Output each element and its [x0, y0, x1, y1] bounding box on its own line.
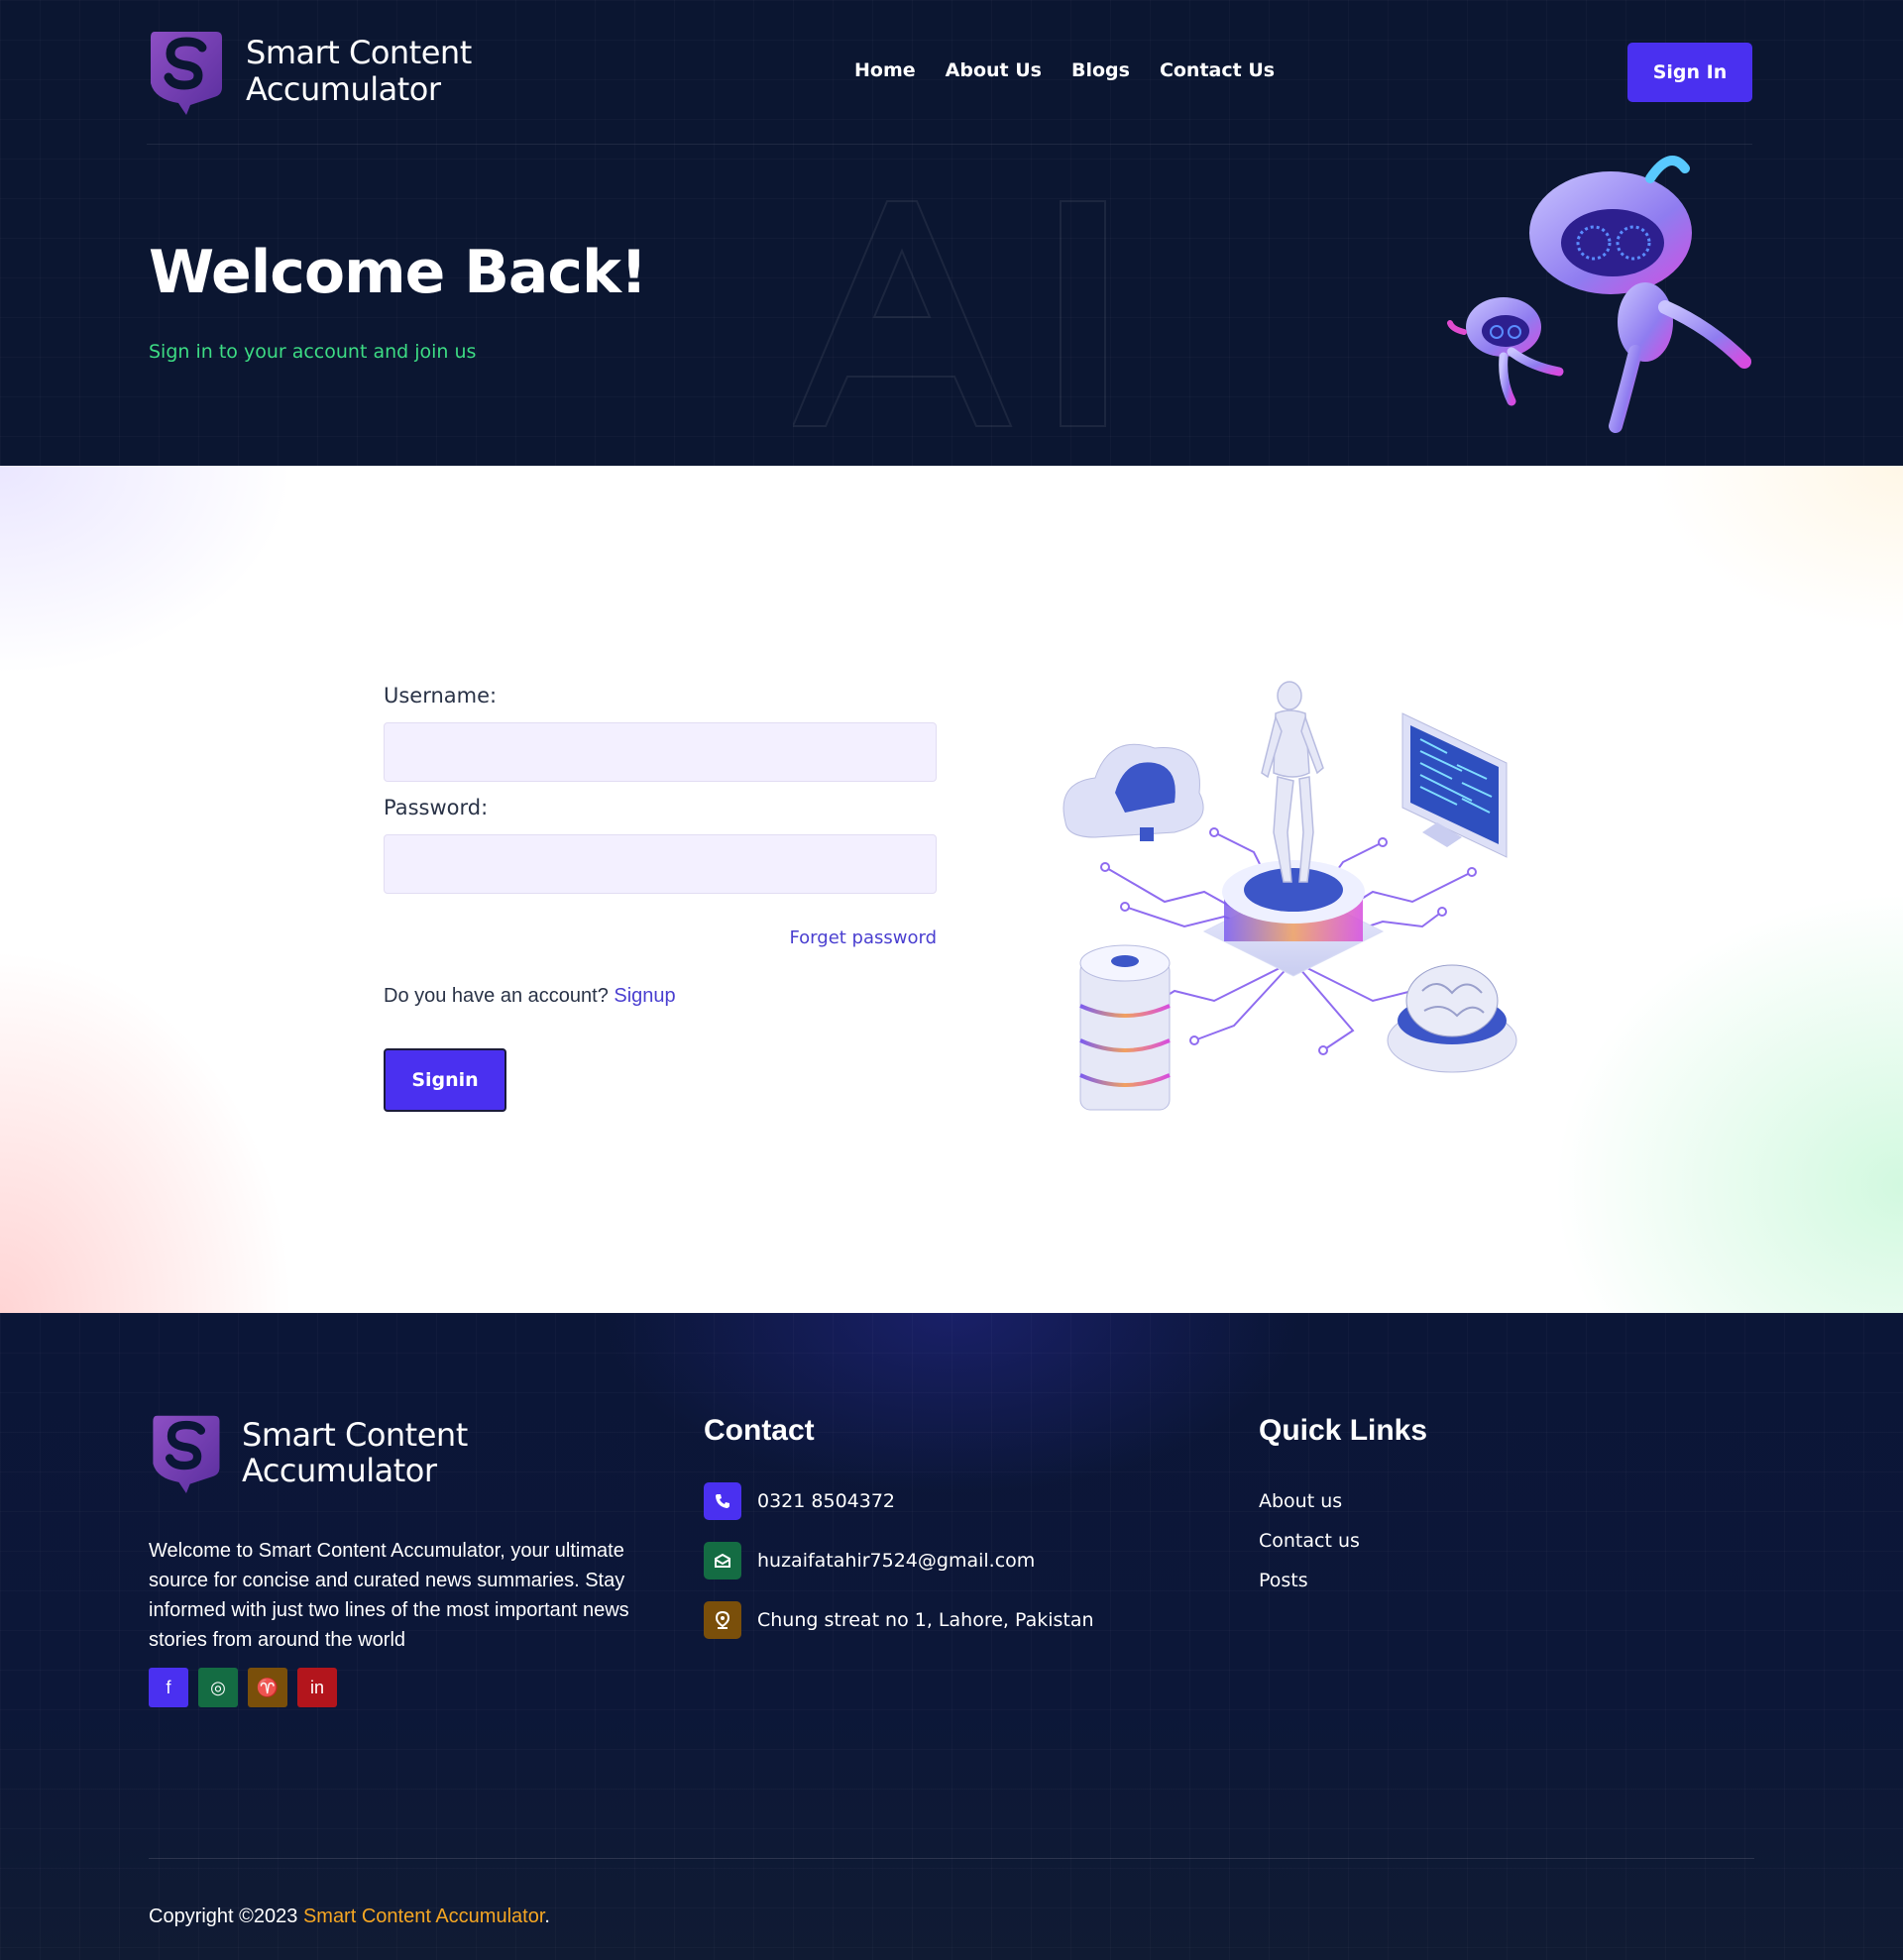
- footer-brand-logo[interactable]: Smart Content Accumulator: [149, 1412, 468, 1493]
- top-navbar: Smart Content Accumulator Home About Us …: [147, 0, 1752, 145]
- copyright-suffix: .: [544, 1906, 550, 1927]
- quick-link-about-us[interactable]: About us: [1259, 1481, 1360, 1521]
- instagram-icon[interactable]: ◎: [198, 1668, 238, 1707]
- brand-line-2: Accumulator: [246, 70, 441, 108]
- login-section: Username: Password: Forget password Do y…: [0, 466, 1903, 1313]
- brand-logo[interactable]: Smart Content Accumulator: [147, 28, 472, 115]
- twitter-icon[interactable]: ♈: [248, 1668, 287, 1707]
- page-subtitle: Sign in to your account and join us: [149, 341, 477, 363]
- contact-item-phone[interactable]: 0321 8504372: [704, 1481, 1094, 1521]
- nav-blogs[interactable]: Blogs: [1071, 59, 1130, 81]
- facebook-icon[interactable]: f: [149, 1668, 188, 1707]
- forgot-password-link[interactable]: Forget password: [789, 927, 937, 948]
- contact-phone-text: 0321 8504372: [757, 1490, 896, 1512]
- social-links: f ◎ ♈ in: [149, 1668, 337, 1707]
- phone-icon: [704, 1482, 741, 1520]
- signin-button[interactable]: Signin: [384, 1048, 506, 1112]
- email-icon: [704, 1542, 741, 1579]
- quick-link-posts[interactable]: Posts: [1259, 1561, 1360, 1600]
- robots-illustration: [1447, 156, 1751, 433]
- footer-logo-icon: [153, 1415, 220, 1493]
- username-label: Username:: [384, 684, 498, 708]
- copyright-text: Copyright ©2023 Smart Content Accumulato…: [149, 1906, 550, 1928]
- contact-list: 0321 8504372 huzaifatahir7524@gmail.com …: [704, 1481, 1094, 1660]
- page-title: Welcome Back!: [149, 238, 647, 307]
- nav-about-us[interactable]: About Us: [946, 59, 1042, 81]
- signup-prompt: Do you have an account? Signup: [384, 985, 676, 1008]
- quick-links-list: About us Contact us Posts: [1259, 1481, 1360, 1600]
- footer-brand-line-1: Smart Content: [242, 1416, 468, 1454]
- main-nav: Home About Us Blogs Contact Us: [854, 59, 1275, 81]
- signup-link[interactable]: Signup: [614, 985, 675, 1007]
- footer-divider: [149, 1858, 1754, 1859]
- hero-section: Smart Content Accumulator Home About Us …: [0, 0, 1903, 466]
- quick-link-contact-us[interactable]: Contact us: [1259, 1521, 1360, 1561]
- copyright-prefix: Copyright ©2023: [149, 1906, 303, 1927]
- footer-about-text: Welcome to Smart Content Accumulator, yo…: [149, 1540, 629, 1651]
- ai-network-illustration: [1063, 681, 1517, 1111]
- copyright-brand[interactable]: Smart Content Accumulator: [303, 1906, 544, 1927]
- password-label: Password:: [384, 796, 489, 819]
- password-input[interactable]: [384, 834, 937, 894]
- contact-email-text: huzaifatahir7524@gmail.com: [757, 1550, 1036, 1572]
- contact-item-address[interactable]: Chung streat no 1, Lahore, Pakistan: [704, 1600, 1094, 1640]
- footer-brand-line-2: Accumulator: [242, 1452, 437, 1489]
- contact-address-text: Chung streat no 1, Lahore, Pakistan: [757, 1609, 1094, 1631]
- nav-home[interactable]: Home: [854, 59, 916, 81]
- site-footer: Smart Content Accumulator Welcome to Sma…: [0, 1313, 1903, 1960]
- contact-heading: Contact: [704, 1414, 815, 1447]
- contact-item-email[interactable]: huzaifatahir7524@gmail.com: [704, 1541, 1094, 1580]
- nav-contact-us[interactable]: Contact Us: [1160, 59, 1275, 81]
- location-icon: [704, 1601, 741, 1639]
- linkedin-icon[interactable]: in: [297, 1668, 337, 1707]
- logo-icon: [151, 32, 222, 115]
- brand-line-1: Smart Content: [246, 34, 472, 71]
- header-sign-in-button[interactable]: Sign In: [1627, 43, 1752, 102]
- username-input[interactable]: [384, 722, 937, 782]
- account-prompt-text: Do you have an account?: [384, 985, 609, 1007]
- ai-watermark: AI: [793, 200, 1106, 427]
- quick-links-heading: Quick Links: [1259, 1414, 1428, 1447]
